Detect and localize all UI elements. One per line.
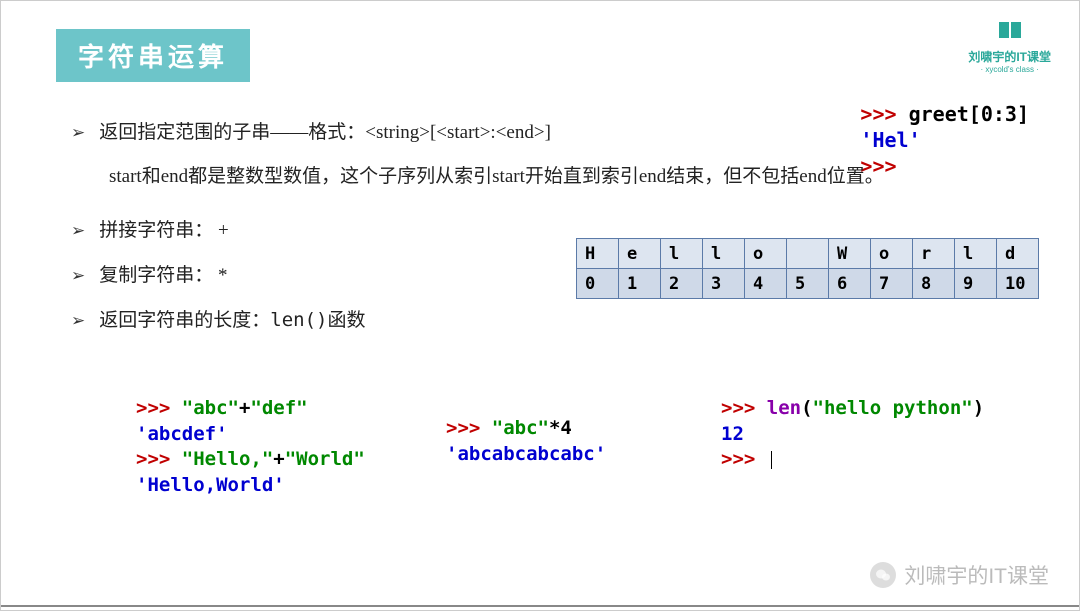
brand-sub: · xycold's class ·	[968, 65, 1051, 74]
code-snippet-concat: >>> "abc"+"def" 'abcdef' >>> "Hello,"+"W…	[136, 396, 365, 499]
bullet-len: ➢ 返回字符串的长度：len()函数	[71, 303, 1039, 338]
arrow-icon: ➢	[71, 216, 85, 247]
text-cursor	[771, 451, 772, 469]
table-row-chars: Hello World	[577, 239, 1039, 269]
code-snippet-len: >>> len("hello python") 12 >>>	[721, 396, 984, 473]
brand-text: 刘啸宇的IT课堂	[968, 48, 1051, 65]
arrow-icon: ➢	[71, 306, 85, 337]
code-snippet-repeat: >>> "abc"*4 'abcabcabcabc'	[446, 416, 606, 467]
arrow-icon: ➢	[71, 118, 85, 149]
string-index-table: Hello World 012345678910	[576, 238, 1039, 299]
bullet-substring: ➢ 返回指定范围的子串——格式：<string>[<start>:<end>]	[71, 116, 1039, 150]
bullet-substring-desc: start和end都是整数型数值，这个子序列从索引start开始直到索引end结…	[109, 160, 1039, 194]
wechat-icon	[870, 562, 896, 588]
watermark: 刘啸宇的IT课堂	[870, 560, 1049, 590]
book-icon	[968, 19, 1051, 48]
slide-title: 字符串运算	[56, 29, 250, 82]
bottom-divider	[1, 605, 1079, 607]
arrow-icon: ➢	[71, 261, 85, 292]
content-area: ➢ 返回指定范围的子串——格式：<string>[<start>:<end>] …	[71, 116, 1039, 348]
brand-logo: 刘啸宇的IT课堂 · xycold's class ·	[968, 19, 1051, 74]
table-row-indices: 012345678910	[577, 269, 1039, 299]
